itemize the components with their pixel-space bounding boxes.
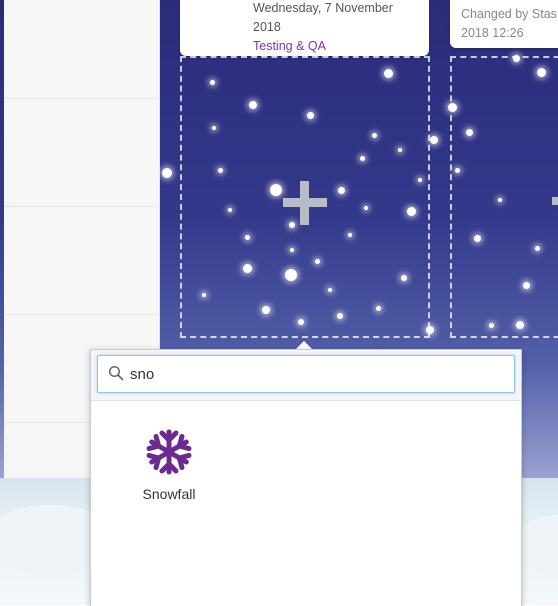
snowflake-particle xyxy=(359,155,365,161)
effect-result-snowfall[interactable]: Snowfall xyxy=(131,422,207,508)
snowflake-particle xyxy=(534,245,540,251)
snowflake-icon xyxy=(145,428,193,476)
snowflake-particle xyxy=(262,306,270,314)
card-date-line1: Wednesday, 7 November xyxy=(253,1,393,15)
snowflake-particle xyxy=(209,79,215,85)
task-card[interactable]: Changed by Stas 2018 12:26 xyxy=(450,0,558,48)
snowflake-particle xyxy=(328,288,332,292)
snowflake-particle xyxy=(212,126,216,130)
search-icon xyxy=(108,365,124,381)
snowflake-particle xyxy=(454,167,460,173)
snowflake-particle xyxy=(465,128,473,136)
side-row-divider xyxy=(4,206,159,207)
snowflake-particle xyxy=(418,178,422,182)
snowflake-particle xyxy=(289,222,295,228)
snowflake-particle xyxy=(249,101,257,109)
snowflake-particle xyxy=(290,248,294,252)
snowflake-particle xyxy=(337,186,345,194)
card-changed-date: 2018 12:26 xyxy=(461,26,524,40)
card-changed-by: Changed by Stas xyxy=(461,7,557,21)
snowflake-particle xyxy=(398,148,402,152)
card-tag[interactable]: Testing & QA xyxy=(253,39,326,53)
snowflake-particle xyxy=(285,269,297,281)
effect-result-label: Snowfall xyxy=(142,486,196,502)
plus-icon[interactable] xyxy=(283,181,327,225)
snowflake-particle xyxy=(314,258,320,264)
card-date-line2: 2018 xyxy=(253,20,281,34)
snowflake-particle xyxy=(244,234,250,240)
snowflake-particle xyxy=(498,198,502,202)
snowflake-particle xyxy=(430,136,438,144)
snowflake-particle xyxy=(401,275,407,281)
popup-header xyxy=(91,350,521,401)
snowflake-particle xyxy=(488,322,494,328)
task-card[interactable]: Wednesday, 7 November 2018 Testing & QA xyxy=(180,0,429,56)
snowflake-particle xyxy=(364,206,368,210)
snowflake-particle xyxy=(298,319,304,325)
snowflake-particle xyxy=(337,313,343,319)
snowflake-particle xyxy=(306,111,314,119)
side-row-divider xyxy=(4,98,159,99)
snowflake-particle xyxy=(348,233,352,237)
snowflake-particle xyxy=(473,234,481,242)
snowflake-particle xyxy=(512,54,520,62)
side-row-divider xyxy=(4,314,159,315)
snowflake-particle xyxy=(447,102,457,112)
search-input[interactable] xyxy=(128,358,502,390)
snowflake-particle xyxy=(516,321,524,329)
snowflake-particle xyxy=(228,208,232,212)
add-card-dropzone[interactable] xyxy=(450,56,558,338)
snowflake-particle xyxy=(406,206,416,216)
snowflake-particle xyxy=(375,305,381,311)
snowflake-particle xyxy=(242,263,252,273)
search-box[interactable] xyxy=(97,355,515,393)
snowflake-particle xyxy=(383,68,393,78)
snowflake-particle xyxy=(426,326,434,334)
snowflake-particle xyxy=(522,281,530,289)
effect-picker-popup: Snowfall xyxy=(90,349,522,606)
plus-icon[interactable] xyxy=(552,185,558,221)
snowflake-particle xyxy=(202,293,206,297)
snowflake-particle xyxy=(536,67,546,77)
snowflake-particle xyxy=(217,167,223,173)
snowflake-particle xyxy=(162,168,172,178)
snowflake-particle xyxy=(371,132,377,138)
snowflake-particle xyxy=(270,184,282,196)
